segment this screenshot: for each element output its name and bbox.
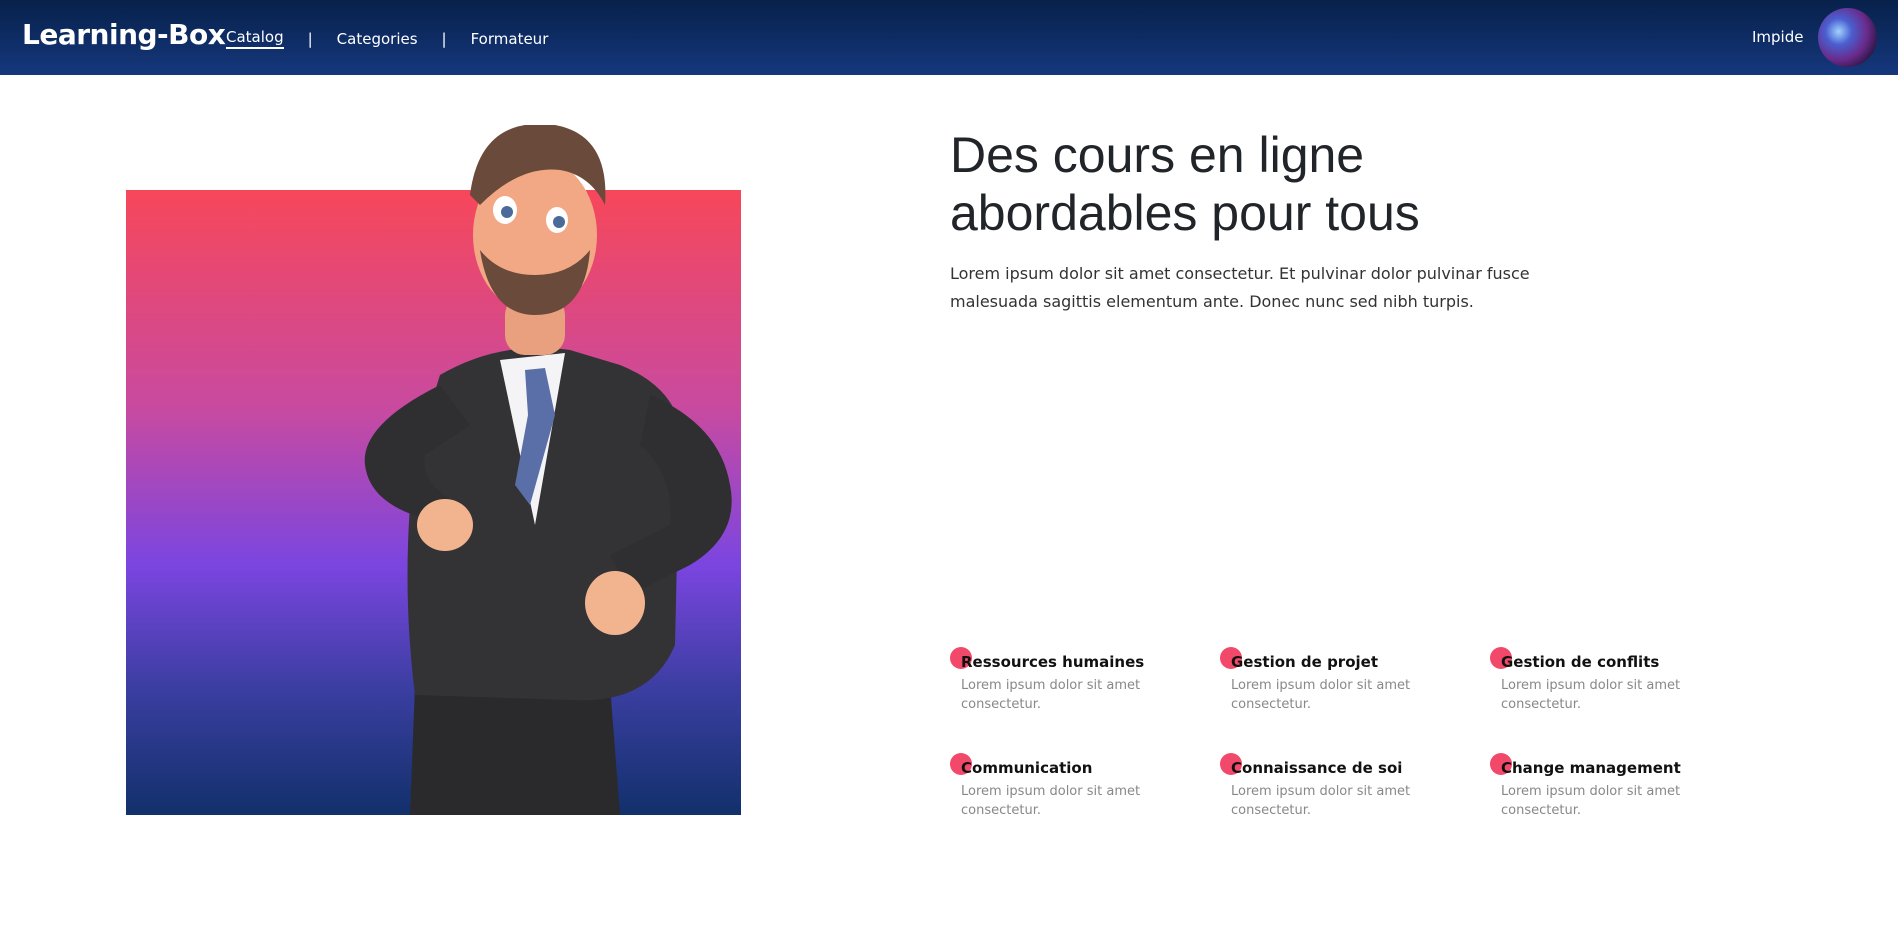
feature-description: Lorem ipsum dolor sit amet consectetur. — [1501, 678, 1681, 712]
nav-link-formateur[interactable]: Formateur — [471, 30, 549, 48]
nav-links: Catalog | Categories | Formateur — [226, 28, 548, 49]
nav-link-categories[interactable]: Categories — [337, 30, 418, 48]
nav-separator: | — [441, 29, 447, 48]
nav-separator: | — [307, 29, 313, 48]
feature-title: Change management — [1501, 759, 1681, 777]
feature-description: Lorem ipsum dolor sit amet consectetur. — [961, 784, 1141, 818]
feature-title: Communication — [961, 759, 1093, 777]
businessman-illustration — [364, 125, 732, 815]
hero-description: Lorem ipsum dolor sit amet consectetur. … — [950, 264, 1530, 311]
navbar: Learning-Box Catalog | Categories | Form… — [0, 0, 1898, 75]
feature-title: Ressources humaines — [961, 653, 1145, 671]
feature-title: Gestion de projet — [1231, 653, 1378, 671]
avatar[interactable] — [1818, 8, 1877, 67]
feature-description: Lorem ipsum dolor sit amet consectetur. — [961, 678, 1141, 712]
hero-title: Des cours en ligne abordables pour tous — [950, 127, 1420, 241]
feature-title: Gestion de conflits — [1501, 653, 1660, 671]
feature-title: Connaissance de soi — [1231, 759, 1403, 777]
user-name[interactable]: Impide — [1752, 28, 1803, 46]
brand-logo[interactable]: Learning-Box — [22, 18, 226, 51]
nav-link-catalog[interactable]: Catalog — [226, 28, 284, 49]
feature-description: Lorem ipsum dolor sit amet consectetur. — [1231, 678, 1411, 712]
feature-description: Lorem ipsum dolor sit amet consectetur. — [1501, 784, 1681, 818]
feature-description: Lorem ipsum dolor sit amet consectetur. — [1231, 784, 1411, 818]
